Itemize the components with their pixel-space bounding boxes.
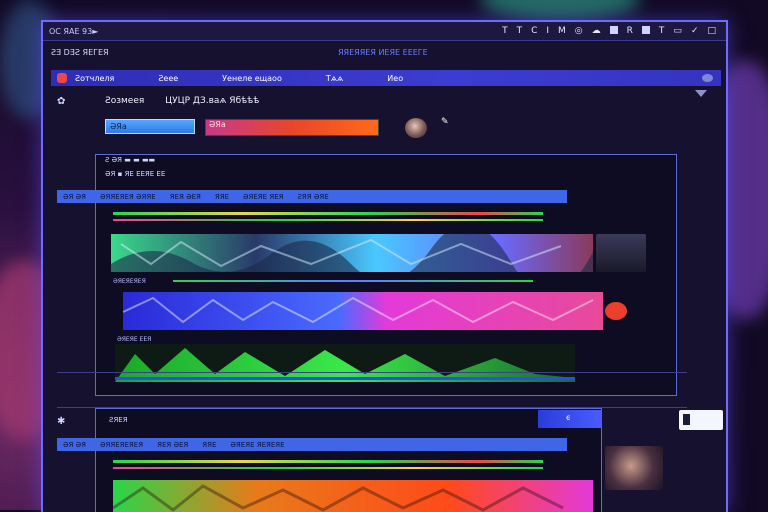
header-item: ƏЯ ƏЯ [63,440,86,449]
header-item: ƏЯЯЕЯЕЯ ƏЯЯЕ [99,192,156,201]
header-item: ƏЯЯЕЯЕЯЕЯ [99,440,144,449]
header-item: ЯЕЯ ƏЕЯ [157,440,189,449]
square-icon[interactable] [641,25,650,37]
audio-waveform[interactable] [113,467,543,469]
app-window: ОС ЯАЕ 93► T T C I M ◎ ☁ R T ▭ ✓ □ ƧƎ DƎ… [41,20,728,512]
header-item: ƏЯЕЯЕ ЯЕЯЕЯЕ [230,440,285,449]
progress-bar[interactable] [205,119,379,136]
panel-2-label: ƧЯЕЯ [109,416,128,424]
menu-left-label[interactable]: ƧƎ DƎƧ ЯЕГЕЯ [43,48,251,57]
close-icon[interactable]: □ [707,26,716,37]
background-blob [480,0,640,20]
header-item: ЯЕЯ ƏЕЯ [169,192,201,201]
audio-waveform[interactable] [113,212,543,215]
video-track[interactable] [115,344,575,382]
chevron-down-icon[interactable] [695,90,707,97]
audio-waveform[interactable] [113,219,543,221]
divider [57,372,687,373]
app-name: ОС ЯАЕ 93► [49,26,99,36]
tab-3[interactable]: Тѧѧ [326,74,343,83]
header-item: ƧЯЯ ƏЯЕ [297,192,329,201]
cursor-icon: ✎ [441,117,449,127]
audio-waveform[interactable] [173,280,533,282]
track-label: ƏЯЕЯЕ ЕЕЯ [117,336,152,343]
menu-center-title: ЯЯЕЯЯЕЯ ИЕЯЕ ЕЕЕГЕ [338,47,428,57]
expand-button[interactable] [679,410,723,430]
title-bar-icons: T T C I M ◎ ☁ R T ▭ ✓ □ [502,25,726,37]
search-input[interactable]: ƏЯа [105,119,195,134]
eye-icon[interactable] [702,74,713,82]
palette-icon[interactable]: ✿ [57,96,69,108]
record-icon[interactable] [57,73,67,83]
track-label: ƏЯЕЯЕЯЕЯ [113,278,146,285]
header-item: ЯЯЕ [214,192,230,201]
tab-1[interactable]: Ƨеее [158,74,178,83]
menu-bar: ƧƎ DƎƧ ЯЕГЕЯ ЯЯЕЯЯЕЯ ИЕЯЕ ЕЕЕГЕ [43,41,726,63]
I-icon[interactable]: I [546,26,549,37]
C-icon[interactable]: C [531,26,537,37]
T-icon[interactable]: T [517,26,523,37]
page-title: Ƨозмеея [105,96,145,106]
clip-thumbnail[interactable] [596,234,646,272]
tab-bar: Ƨотчлеля Ƨеее Уенеле ещаоо Тѧѧ Иео [51,70,721,86]
tab-0[interactable]: Ƨотчлеля [75,74,114,83]
M-icon[interactable]: M [558,26,566,37]
film-icon[interactable]: ✱ [57,416,69,428]
video-track[interactable] [113,480,593,512]
square-icon[interactable] [609,25,618,37]
check-icon[interactable]: ✓ [691,26,699,37]
progress-label: ƏЯа [209,120,226,129]
panel-tab-label: ϵ [566,413,571,422]
tab-4[interactable]: Иео [387,74,403,83]
page-subtitle: ЦУЦР ДЗ.ваѧ Ябѣѣѣ [165,96,260,106]
progress-fill [206,120,378,135]
clip-thumbnail[interactable] [605,446,663,490]
T-icon[interactable]: T [502,26,508,37]
page-header: Ƨозмеея ЦУЦР ДЗ.ваѧ Ябѣѣѣ [105,96,277,106]
panel-tab[interactable]: ϵ [538,410,602,428]
track-header-2[interactable]: ƏЯ ƏЯ ƏЯЯЕЯЕЯЕЯ ЯЕЯ ƏЕЯ ЯЯЕ ƏЯЕЯЕ ЯЕЯЕЯЕ [57,438,567,451]
header-item: ƏЯЕЯЕ ЯЕЯ [243,192,284,201]
video-track[interactable] [123,292,603,330]
T-icon[interactable]: T [659,26,665,37]
cloud-icon[interactable]: ☁ [592,26,601,37]
eye-icon[interactable]: ◎ [575,26,583,37]
title-bar: ОС ЯАЕ 93► T T C I M ◎ ☁ R T ▭ ✓ □ [43,22,726,41]
panel-1-label: Ƨ ƏЯ ▬ ▬ ▬▬ [105,156,156,164]
avatar[interactable] [405,118,427,138]
header-item: ƏЯ ƏЯ [63,192,86,201]
tab-2[interactable]: Уенеле ещаоо [222,74,282,83]
audio-waveform[interactable] [113,460,543,463]
panel-1-sublabel: ƏЯ ▪ ЯЕ ЕЕЯЕ ЕЕ [105,170,166,178]
R-icon[interactable]: R [627,26,633,37]
header-item: ЯЯЕ [202,440,217,449]
track-header-1[interactable]: ƏЯ ƏЯ ƏЯЯЕЯЕЯ ƏЯЯЕ ЯЕЯ ƏЕЯ ЯЯЕ ƏЯЕЯЕ ЯЕЯ… [57,190,567,203]
video-track[interactable] [111,234,593,272]
battery-icon[interactable]: ▭ [673,26,682,37]
clip-marker[interactable] [605,302,627,320]
